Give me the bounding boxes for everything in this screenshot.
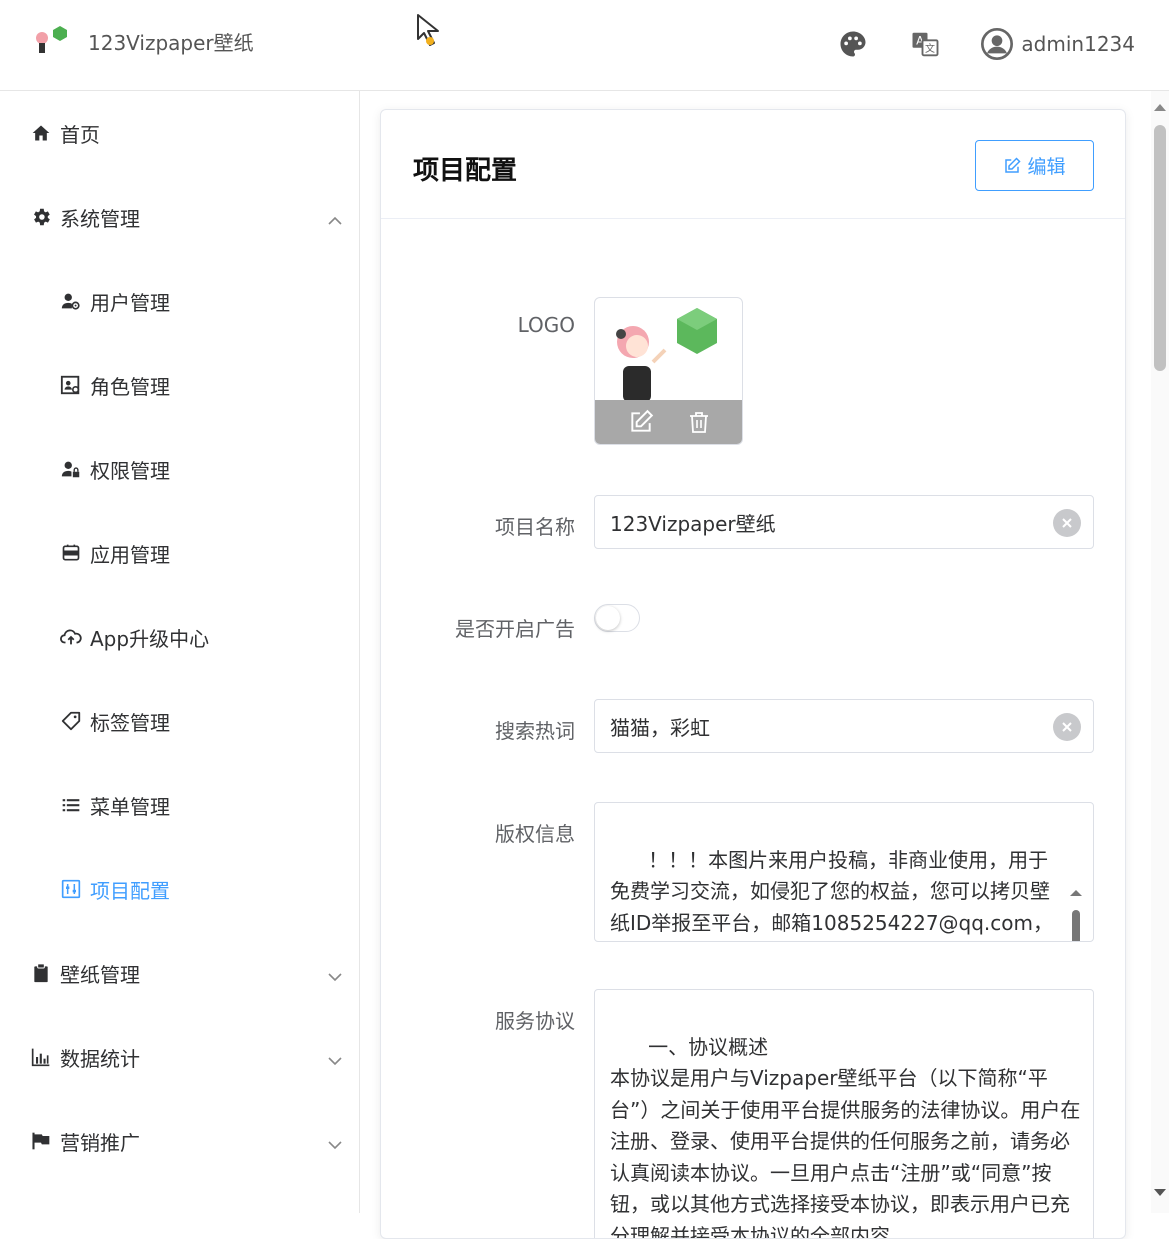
sidebar-item-label: 系统管理	[60, 203, 140, 232]
sidebar-item-label: 用户管理	[90, 287, 170, 316]
logo-image	[595, 298, 743, 402]
sidebar-item-marketing[interactable]: 营销推广	[0, 1099, 359, 1183]
role-icon	[60, 374, 82, 396]
sidebar-item-label: App升级中心	[90, 623, 209, 652]
copyright-textarea[interactable]: ！！！本图片来用户投稿，非商业使用，用于免费学习交流，如侵犯了您的权益，您可以拷…	[594, 802, 1094, 942]
clear-icon[interactable]	[1053, 509, 1081, 537]
sidebar-item-label: 标签管理	[90, 707, 170, 736]
list-icon	[60, 794, 82, 816]
textarea-scrollbar[interactable]	[1069, 825, 1083, 917]
terms-value: 一、协议概述 本协议是用户与Vizpaper壁纸平台（以下简称“平台”）之间关于…	[610, 1035, 1080, 1239]
copyright-label: 版权信息	[385, 818, 575, 847]
logo-actions	[595, 400, 743, 444]
copyright-value: ！！！本图片来用户投稿，非商业使用，用于免费学习交流，如侵犯了您的权益，您可以拷…	[610, 848, 1053, 943]
logo-upload[interactable]	[594, 297, 743, 445]
sidebar-item-wallpapers[interactable]: 壁纸管理	[0, 931, 359, 1015]
hotwords-input[interactable]: 猫猫，彩虹	[594, 699, 1094, 753]
home-icon	[30, 122, 52, 144]
username: admin1234	[1021, 32, 1135, 56]
sidebar-item-label: 菜单管理	[90, 791, 170, 820]
hotwords-value: 猫猫，彩虹	[610, 712, 710, 741]
chevron-down-icon	[327, 964, 343, 988]
brand-logo	[30, 24, 70, 58]
sidebar-item-home[interactable]: 首页	[0, 91, 359, 175]
edit-button-label: 编辑	[1027, 152, 1065, 179]
terms-label: 服务协议	[385, 1005, 575, 1034]
toggle-knob	[596, 606, 620, 630]
main-content: 项目配置 编辑 LOGO 项目名称 123Viz	[360, 91, 1169, 1213]
project-name-value: 123Vizpaper壁纸	[610, 508, 776, 537]
trash-icon[interactable]	[687, 409, 711, 435]
tag-icon	[60, 710, 82, 732]
sidebar-item-project-config[interactable]: 项目配置	[0, 847, 359, 931]
page-title: 项目配置	[413, 150, 517, 187]
config-card: 项目配置 编辑 LOGO 项目名称 123Viz	[380, 109, 1126, 1239]
ads-label: 是否开启广告	[385, 613, 575, 642]
svg-text:文: 文	[925, 42, 935, 55]
palette-icon[interactable]	[837, 28, 869, 60]
sidebar-item-label: 角色管理	[90, 371, 170, 400]
sidebar-item-label: 数据统计	[60, 1043, 140, 1072]
chevron-up-icon	[327, 208, 343, 232]
sidebar: 首页 系统管理 用户管理 角色管理 权限管理 应用管理	[0, 91, 360, 1213]
user-lock-icon	[60, 458, 82, 480]
flag-icon	[30, 1130, 52, 1152]
edit-icon[interactable]	[628, 409, 654, 435]
sidebar-item-label: 权限管理	[90, 455, 170, 484]
chevron-down-icon	[327, 1132, 343, 1156]
edit-icon	[1003, 157, 1021, 175]
project-name-label: 项目名称	[385, 511, 575, 540]
edit-button[interactable]: 编辑	[975, 140, 1094, 191]
sidebar-item-label: 营销推广	[60, 1127, 140, 1156]
ads-toggle[interactable]	[594, 604, 640, 632]
sidebar-item-users[interactable]: 用户管理	[0, 259, 359, 343]
sidebar-item-menus[interactable]: 菜单管理	[0, 763, 359, 847]
user-settings-icon	[60, 290, 82, 312]
brand[interactable]: 123Vizpaper壁纸	[30, 24, 254, 58]
gear-icon	[30, 206, 52, 228]
page-scrollbar-thumb[interactable]	[1154, 125, 1166, 371]
card-header: 项目配置 编辑	[381, 110, 1125, 219]
sidebar-item-label: 壁纸管理	[60, 959, 140, 988]
chevron-down-icon	[327, 1048, 343, 1072]
cloud-upload-icon	[60, 626, 82, 648]
sidebar-item-statistics[interactable]: 数据统计	[0, 1015, 359, 1099]
translate-icon[interactable]: A 文	[909, 28, 941, 60]
top-bar: 123Vizpaper壁纸 A 文	[0, 0, 1169, 91]
clear-icon[interactable]	[1053, 713, 1081, 741]
sidebar-item-label: 项目配置	[90, 875, 170, 904]
mouse-cursor-icon	[414, 13, 444, 53]
sidebar-item-apps[interactable]: 应用管理	[0, 511, 359, 595]
user-avatar-icon	[981, 28, 1013, 60]
sidebar-item-system[interactable]: 系统管理	[0, 175, 359, 259]
app-title: 123Vizpaper壁纸	[88, 27, 254, 56]
sidebar-item-app-upgrade[interactable]: App升级中心	[0, 595, 359, 679]
bar-chart-icon	[30, 1046, 52, 1068]
config-icon	[60, 878, 82, 900]
clipboard-icon	[30, 962, 52, 984]
sidebar-item-tags[interactable]: 标签管理	[0, 679, 359, 763]
sidebar-item-label: 首页	[60, 119, 100, 148]
project-name-input[interactable]: 123Vizpaper壁纸	[594, 495, 1094, 549]
logo-label: LOGO	[385, 313, 575, 337]
sidebar-item-roles[interactable]: 角色管理	[0, 343, 359, 427]
sidebar-item-permissions[interactable]: 权限管理	[0, 427, 359, 511]
app-icon	[60, 542, 82, 564]
user-menu[interactable]: admin1234	[981, 28, 1135, 60]
terms-textarea[interactable]: 一、协议概述 本协议是用户与Vizpaper壁纸平台（以下简称“平台”）之间关于…	[594, 989, 1094, 1239]
sidebar-item-label: 应用管理	[90, 539, 170, 568]
hotwords-label: 搜索热词	[385, 715, 575, 744]
